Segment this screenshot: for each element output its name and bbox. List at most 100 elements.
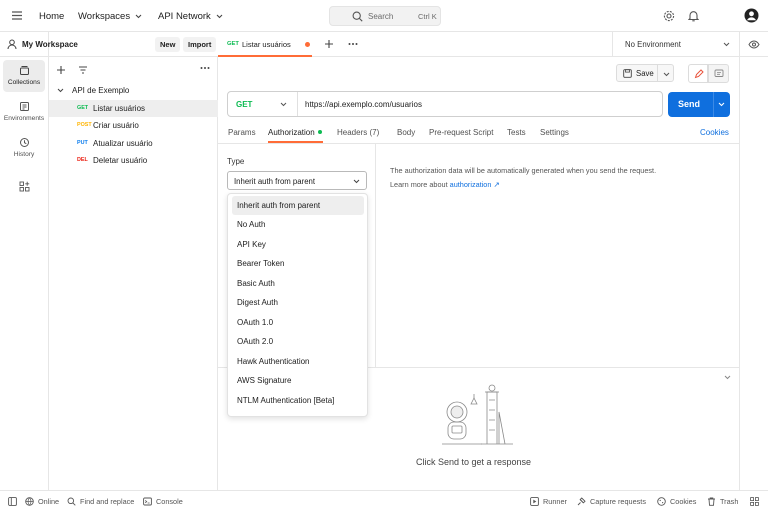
filter-icon[interactable] — [78, 65, 88, 75]
search-placeholder: Search — [368, 12, 394, 21]
divider — [657, 65, 658, 81]
api-network-menu[interactable]: API Network — [158, 11, 223, 22]
dropdown-option[interactable]: API Key — [232, 235, 364, 254]
environment-select[interactable]: No Environment — [612, 32, 740, 57]
dropdown-option[interactable]: Hawk Authentication — [232, 352, 364, 371]
rail-collections[interactable]: Collections — [3, 60, 45, 92]
trash-label: Trash — [720, 497, 739, 506]
comment-icon — [714, 69, 724, 79]
request-item-post[interactable]: POST Criar usuário — [49, 117, 218, 134]
workspaces-menu[interactable]: Workspaces — [78, 11, 142, 22]
rail-history[interactable]: History — [3, 132, 45, 164]
chevron-down-icon — [280, 102, 287, 107]
pencil-icon — [694, 69, 704, 79]
history-icon — [19, 138, 29, 147]
tab-options-icon[interactable] — [348, 42, 358, 46]
eye-icon[interactable] — [748, 40, 760, 49]
notifications-bell-icon[interactable] — [688, 10, 699, 22]
auth-type-value: Inherit auth from parent — [234, 177, 316, 186]
sidebar-toggle-icon[interactable] — [8, 497, 17, 506]
chevron-down-icon[interactable] — [718, 102, 725, 107]
tab-params[interactable]: Params — [228, 128, 256, 137]
settings-gear-icon[interactable] — [663, 10, 675, 22]
dropdown-option[interactable]: Basic Auth — [232, 274, 364, 293]
cookies-label: Cookies — [670, 497, 697, 506]
request-item-get[interactable]: GET Listar usuários — [49, 100, 218, 117]
cookies-button[interactable]: Cookies — [657, 497, 696, 506]
new-tab-plus-icon[interactable] — [324, 39, 334, 49]
method-badge: GET — [77, 105, 89, 111]
trash-icon — [708, 497, 715, 506]
rail-history-label: History — [13, 151, 35, 158]
save-button[interactable]: Save — [616, 64, 674, 82]
tab-authorization[interactable]: Authorization — [268, 128, 315, 137]
url-input[interactable]: https://api.exemplo.com/usuarios — [305, 100, 422, 109]
home-link[interactable]: Home — [39, 11, 64, 22]
collections-sidebar: API de Exemplo GET Listar usuários POST … — [49, 57, 218, 490]
comments-button[interactable] — [708, 64, 729, 83]
method-select[interactable]: GET — [228, 92, 298, 116]
dropdown-option[interactable]: OAuth 1.0 — [232, 313, 364, 332]
tab-body[interactable]: Body — [397, 128, 415, 137]
online-status[interactable]: Online — [25, 497, 59, 506]
rail-environments-label: Environments — [3, 115, 45, 122]
environments-icon — [19, 102, 29, 111]
search-input[interactable]: Search Ctrl K — [329, 6, 441, 26]
request-label: Listar usuários — [93, 104, 146, 113]
dropdown-option[interactable]: No Auth — [232, 215, 364, 234]
send-button[interactable]: Send — [668, 92, 730, 117]
avatar[interactable] — [744, 8, 759, 23]
request-item-put[interactable]: PUT Atualizar usuário — [49, 135, 218, 152]
console-icon — [143, 497, 152, 506]
user-icon — [7, 39, 17, 50]
auth-type-select[interactable]: Inherit auth from parent — [227, 171, 367, 190]
tab-settings[interactable]: Settings — [540, 128, 569, 137]
request-label: Criar usuário — [93, 121, 139, 130]
left-rail: Collections Environments History — [0, 32, 49, 490]
dropdown-option[interactable]: Inherit auth from parent — [232, 196, 364, 215]
chevron-down-icon[interactable] — [663, 72, 670, 77]
tab-pre-request-script[interactable]: Pre-request Script — [429, 128, 493, 137]
dropdown-option[interactable]: Digest Auth — [232, 293, 364, 312]
dropdown-option[interactable]: OAuth 2.0 — [232, 332, 364, 351]
tab-tests[interactable]: Tests — [507, 128, 526, 137]
chevron-down-icon — [723, 42, 730, 47]
capture-requests-button[interactable]: Capture requests — [577, 497, 646, 506]
new-button[interactable]: New — [155, 37, 181, 52]
find-replace-button[interactable]: Find and replace — [67, 497, 134, 506]
runner-button[interactable]: Runner — [530, 497, 567, 506]
add-collection-icon[interactable] — [56, 65, 66, 75]
more-options-icon[interactable] — [200, 66, 210, 70]
collection-folder[interactable]: API de Exemplo — [49, 82, 218, 99]
tab-headers[interactable]: Headers (7) — [337, 128, 379, 137]
layout-grid-icon[interactable] — [750, 497, 759, 506]
method-value: GET — [236, 100, 253, 109]
chevron-down-icon — [57, 88, 64, 93]
environment-value: No Environment — [625, 40, 681, 49]
trash-button[interactable]: Trash — [707, 497, 738, 506]
globe-icon — [25, 497, 34, 506]
edit-button[interactable] — [688, 64, 708, 83]
method-badge: POST — [77, 122, 92, 128]
dropdown-option[interactable]: NTLM Authentication [Beta] — [232, 391, 364, 410]
cookies-link[interactable]: Cookies — [700, 128, 729, 137]
menu-icon[interactable] — [11, 10, 23, 21]
dropdown-option[interactable]: AWS Signature — [232, 371, 364, 390]
authorization-link[interactable]: authorization ↗ — [450, 180, 500, 189]
auth-type-label: Type — [227, 157, 245, 166]
top-bar: Home Workspaces API Network Search Ctrl … — [0, 0, 768, 32]
online-label: Online — [38, 497, 60, 506]
request-tab-active[interactable]: GET Listar usuários — [218, 32, 312, 57]
chevron-down-icon — [216, 14, 223, 19]
auth-info-text: The authorization data will be automatic… — [390, 166, 657, 175]
request-item-delete[interactable]: DEL Deletar usuário — [49, 152, 218, 169]
cookie-icon — [657, 497, 666, 506]
add-widget-icon[interactable] — [19, 181, 30, 192]
chevron-down-icon[interactable] — [724, 375, 731, 380]
console-button[interactable]: Console — [143, 497, 183, 506]
rail-collections-label: Collections — [7, 79, 41, 86]
dropdown-option[interactable]: Bearer Token — [232, 254, 364, 273]
import-button[interactable]: Import — [183, 37, 217, 52]
rail-environments[interactable]: Environments — [3, 96, 45, 128]
collections-icon — [19, 66, 29, 75]
